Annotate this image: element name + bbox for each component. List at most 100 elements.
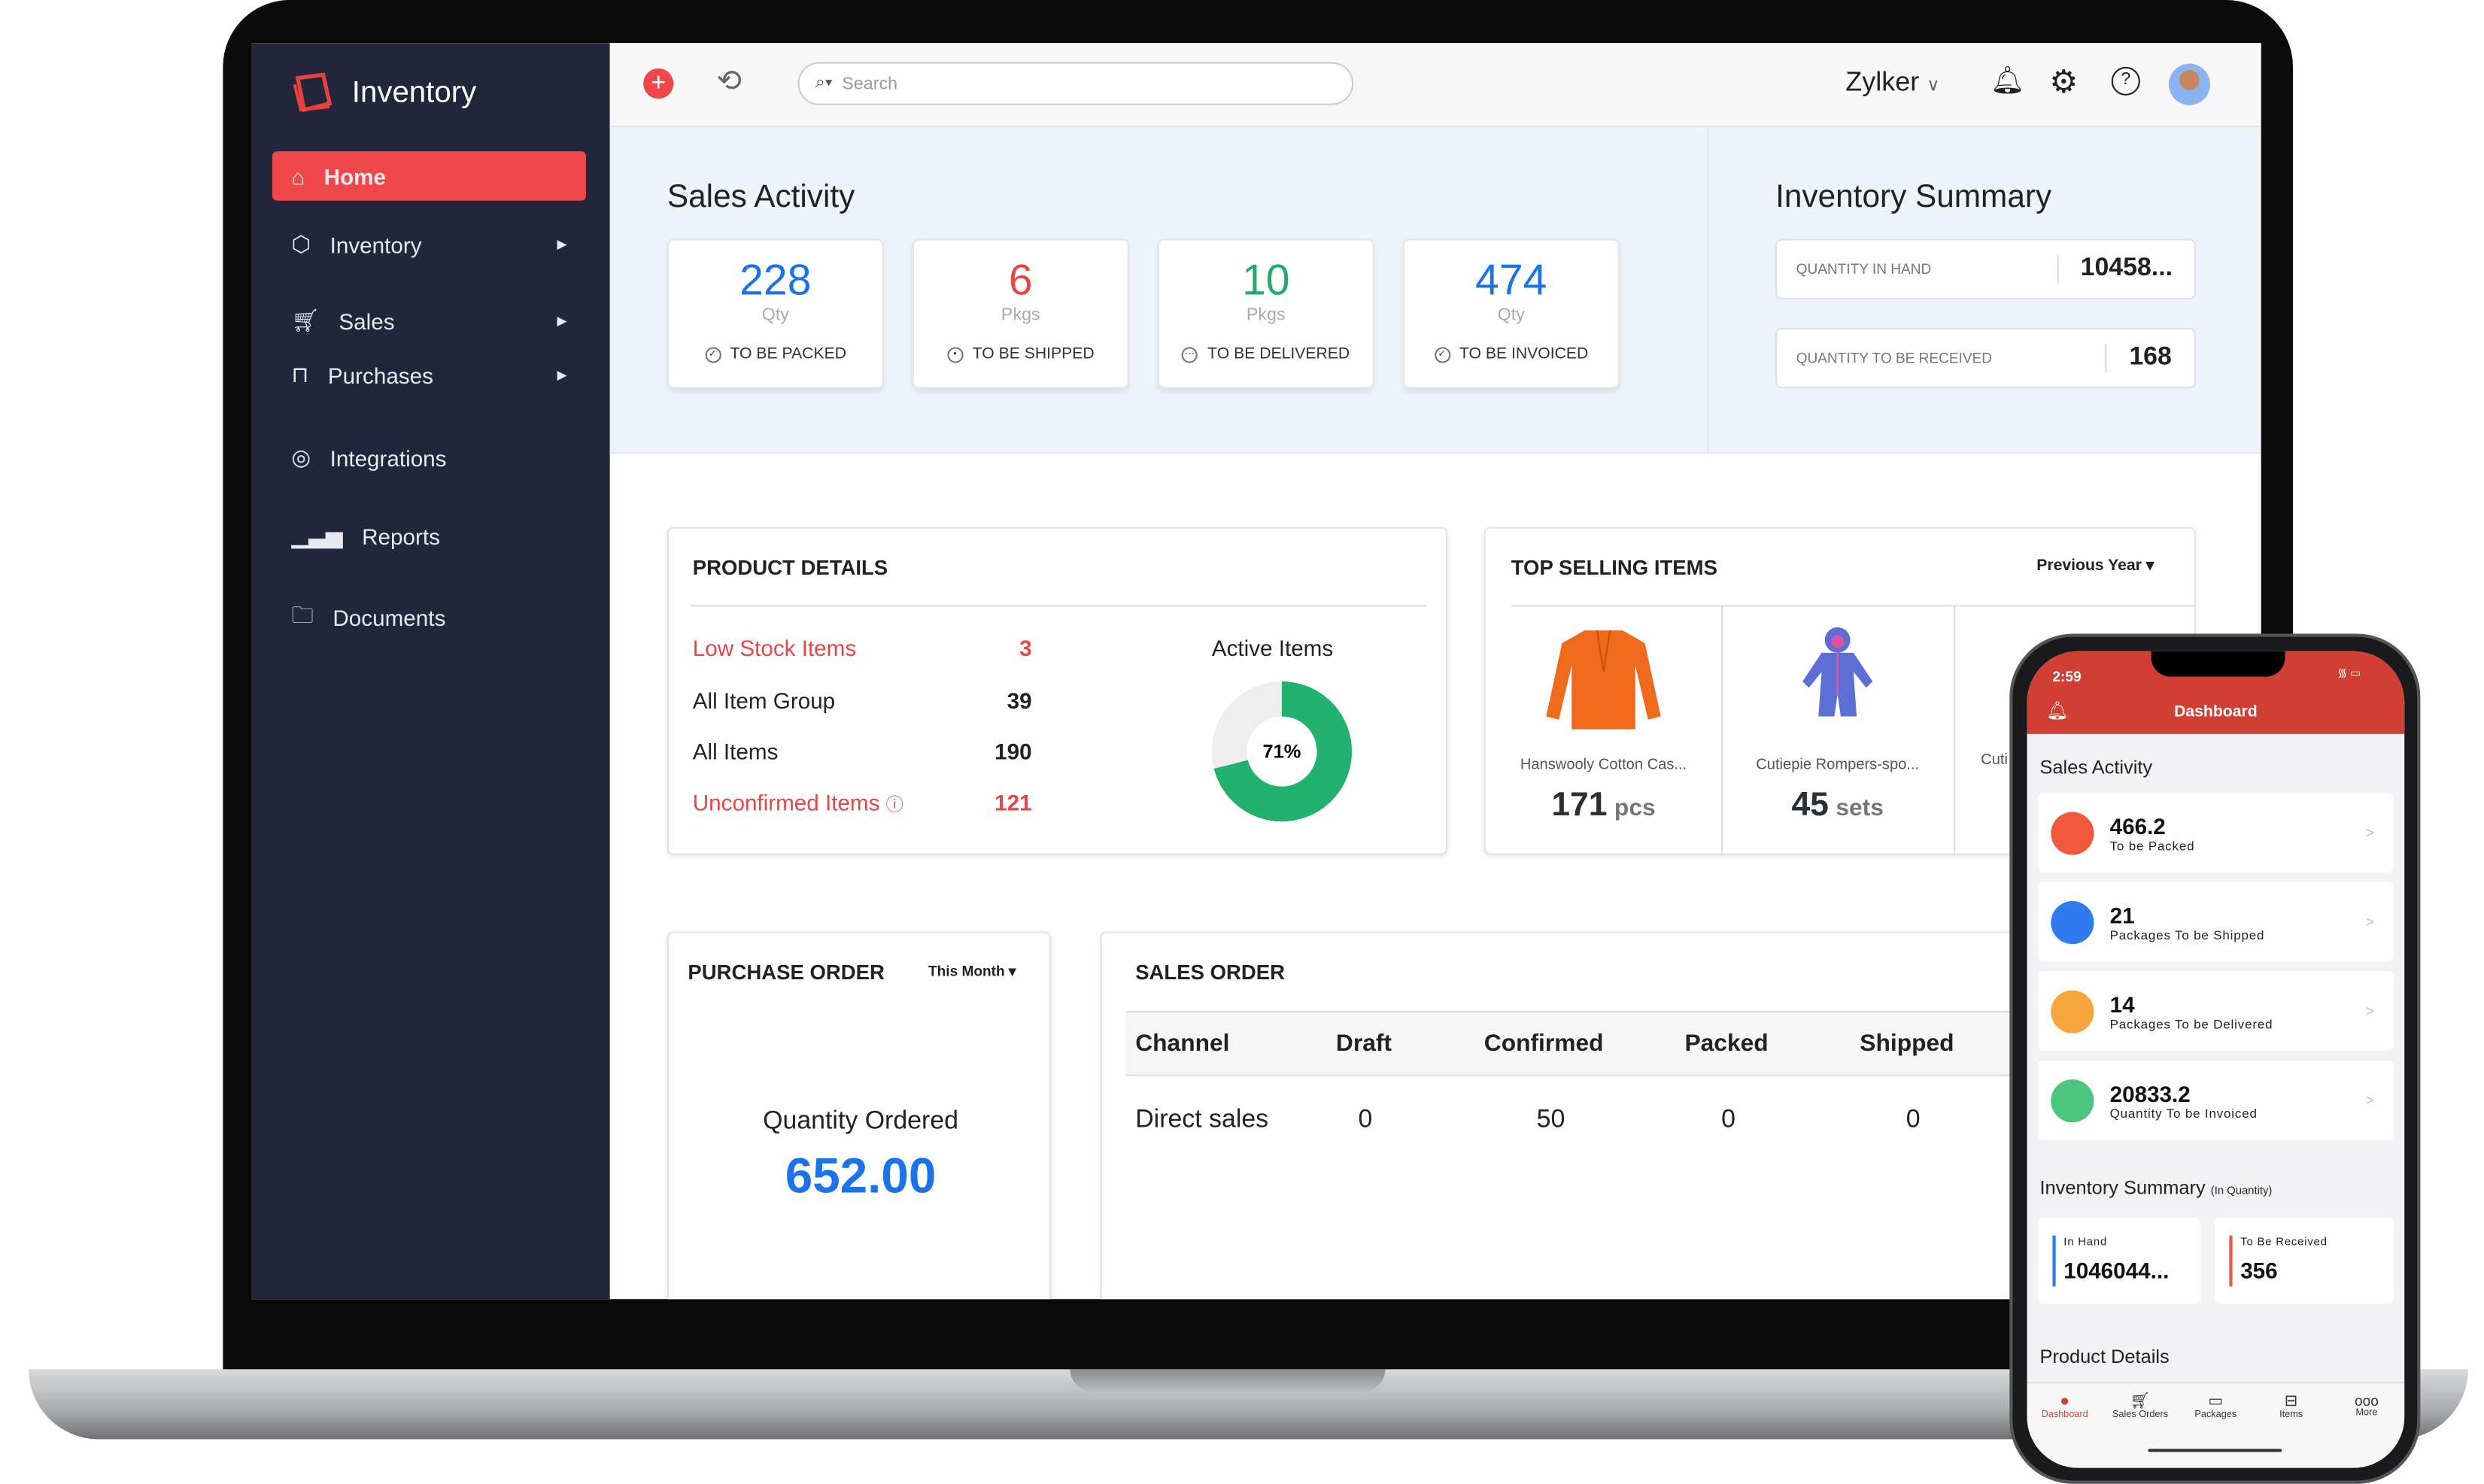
status-time: 2:59 (2052, 669, 2082, 685)
package-icon (2051, 811, 2094, 854)
home-icon: ⌂ (291, 162, 305, 189)
phone-item-packed[interactable]: 466.2 To be Packed > (2038, 793, 2394, 872)
sidebar-item-reports[interactable]: ▁▃▅ Reports (272, 511, 586, 560)
active-items-donut: 71% (1211, 681, 1353, 822)
table-cell: 0 (1721, 1106, 1736, 1134)
sidebar-item-inventory[interactable]: ⬡ Inventory ▶ (272, 220, 586, 269)
table-cell: Direct sales (1135, 1106, 1269, 1134)
chevron-right-icon: > (2365, 1003, 2374, 1019)
card-to-be-invoiced[interactable]: 474 Qty ✓ TO BE INVOICED (1402, 238, 1620, 389)
column-header: Draft (1335, 1030, 1392, 1058)
card-label: TO BE DELIVERED (1207, 345, 1350, 363)
card-to-be-shipped[interactable]: 6 Pkgs • TO BE SHIPPED (912, 238, 1129, 389)
quantity-ordered-value: 652.00 (785, 1148, 937, 1204)
in-hand-value: 1046044... (2063, 1258, 2170, 1284)
box-icon: ⬡ (291, 230, 311, 256)
phone-item-invoiced[interactable]: 20833.2 Quantity To be Invoiced > (2038, 1060, 2394, 1140)
top-bar: + ⟲ ⌕▾ Search Zylker ∨ 🔔︎ ⚙ ? (609, 43, 2261, 128)
divider (1954, 605, 1956, 857)
app-screen: Inventory ⌂ Home ⬡ Inventory ▶ 🛒︎ Sales ▶ ⊓ Pu… (251, 43, 2261, 1300)
inventory-logo-icon (293, 72, 333, 113)
column-header: Channel (1135, 1030, 1230, 1058)
sales-activity-section: Sales Activity 228 Qty ✓ TO BE PACKED 6 Pkgs… (609, 127, 2261, 454)
panel-title: PURCHASE ORDER (688, 960, 885, 985)
item-qty: 171 (1551, 786, 1608, 824)
item-value: 20833.2 (2109, 1080, 2191, 1106)
tab-dashboard[interactable]: ● Dashboard (2028, 1393, 2101, 1467)
all-items[interactable]: All Items 190 (693, 739, 1032, 764)
phone-item-shipped[interactable]: 21 Packages To be Shipped > (2038, 882, 2394, 962)
avatar[interactable] (2168, 63, 2210, 105)
gear-icon[interactable]: ⚙ (2049, 62, 2078, 102)
period-dropdown[interactable]: Previous Year ▾ (2036, 557, 2154, 575)
sidebar-item-sales[interactable]: 🛒︎ Sales ▶ (272, 296, 586, 346)
sidebar-item-documents[interactable]: 🗀 Documents (272, 592, 586, 642)
app-logo[interactable]: Inventory (291, 71, 476, 116)
item-value: 14 (2109, 991, 2135, 1017)
card-value: 228 (739, 256, 812, 305)
summary-label: QUANTITY TO BE RECEIVED (1796, 350, 1993, 366)
org-switcher[interactable]: Zylker ∨ (1845, 67, 1939, 99)
dots-circle-icon: ⋯ (1182, 346, 1198, 363)
search-icon: ⌕▾ (815, 73, 833, 93)
card-value: 6 (1008, 256, 1033, 305)
phone-notch (2151, 651, 2285, 677)
sidebar-item-label: Home (323, 162, 387, 189)
column-header: Packed (1684, 1030, 1769, 1058)
cart-icon: 🛒︎ (291, 307, 320, 333)
phone-product-title: Product Details (2039, 1345, 2170, 1368)
check-icon (2051, 989, 2094, 1033)
card-to-be-packed[interactable]: 228 Qty ✓ TO BE PACKED (667, 238, 884, 389)
row-value: 39 (1007, 687, 1032, 714)
card-unit: Qty (761, 305, 789, 325)
truck-circle-icon: • (946, 346, 964, 363)
sidebar-item-label: Sales (339, 308, 395, 334)
divider (691, 605, 1427, 607)
low-stock-items[interactable]: Low Stock Items 3 (693, 636, 1032, 661)
top-item[interactable]: Cutiepie Rompers-spo... 45 sets (1721, 624, 1954, 825)
panel-title: TOP SELLING ITEMS (1511, 555, 1717, 580)
help-icon[interactable]: ? (2111, 66, 2140, 96)
card-to-be-delivered[interactable]: 10 Pkgs ⋯ TO BE DELIVERED (1157, 238, 1374, 389)
quantity-to-be-received: QUANTITY TO BE RECEIVED 168 (1775, 328, 2196, 389)
inventory-summary-title: Inventory Summary (1775, 180, 2052, 215)
sidebar-item-label: Inventory (329, 231, 422, 257)
item-name: Hanswooly Cotton Cas... (1520, 756, 1687, 774)
tab-items[interactable]: ⊟ Items (2255, 1393, 2328, 1467)
card-unit: Pkgs (1001, 305, 1040, 325)
search-input[interactable]: ⌕▾ Search (797, 62, 1354, 105)
more-icon: ooo (2355, 1393, 2379, 1410)
item-qty: 45 (1791, 786, 1829, 824)
sidebar: Inventory ⌂ Home ⬡ Inventory ▶ 🛒︎ Sales ▶ ⊓ Pu… (251, 43, 610, 1300)
bell-icon[interactable]: 🔔︎ (1991, 65, 2025, 97)
sidebar-item-integrations[interactable]: ◎ Integrations (272, 433, 586, 483)
dashboard-icon: ● (2060, 1393, 2070, 1411)
summary-value: 168 (2105, 344, 2194, 373)
sidebar-item-home[interactable]: ⌂ Home (272, 151, 586, 201)
row-label: Unconfirmed Items (692, 789, 880, 815)
add-button[interactable]: + (643, 68, 674, 99)
phone-item-delivered[interactable]: 14 Packages To be Delivered > (2038, 971, 2394, 1052)
all-item-group[interactable]: All Item Group 39 (693, 687, 1032, 713)
tab-packages[interactable]: ▭ Packages (2179, 1393, 2252, 1467)
unconfirmed-items[interactable]: Unconfirmed Items ⓘ 121 (693, 790, 1032, 817)
in-hand-card: In Hand 1046044... (2038, 1218, 2201, 1304)
table-cell: 0 (1358, 1106, 1373, 1134)
org-name: Zylker (1845, 66, 1920, 98)
item-name[interactable]: Cuti (1981, 751, 2008, 769)
tab-sales-orders[interactable]: 🛒︎ Sales Orders (2103, 1393, 2176, 1467)
bag-icon: ⊓ (291, 361, 309, 387)
sidebar-item-label: Integrations (329, 445, 447, 471)
table-cell: 0 (1906, 1106, 1921, 1134)
tab-more[interactable]: ooo More (2330, 1393, 2403, 1467)
sidebar-item-purchases[interactable]: ⊓ Purchases ▶ (272, 351, 586, 400)
dropdown-value: This Month (928, 963, 1005, 979)
bar-chart-icon: ▁▃▅ (291, 522, 343, 548)
romper-image (1802, 627, 1873, 717)
period-dropdown[interactable]: This Month ▾ (928, 964, 1016, 981)
top-item[interactable]: Hanswooly Cotton Cas... 171 pcs (1486, 624, 1721, 825)
phone-title: Dashboard (2174, 703, 2258, 721)
truck-icon (2051, 900, 2094, 944)
tab-label: Packages (2194, 1410, 2237, 1421)
history-icon[interactable]: ⟲ (717, 64, 742, 101)
